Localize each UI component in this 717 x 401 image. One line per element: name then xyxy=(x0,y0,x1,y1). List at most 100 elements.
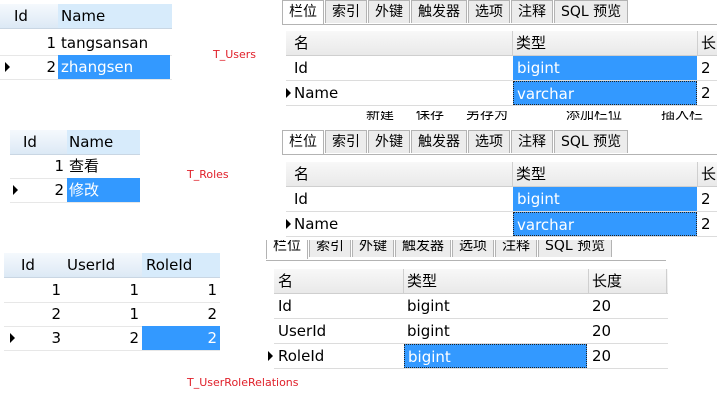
users-cell-id[interactable]: 2 xyxy=(14,55,56,79)
field-row[interactable]: Id bigint 2 xyxy=(286,56,717,81)
tab-sql-preview[interactable]: SQL 预览 xyxy=(554,130,629,153)
field-row[interactable]: RoleId bigint 20 xyxy=(268,344,668,369)
roles-cell-id[interactable]: 2 xyxy=(23,178,64,202)
field-name[interactable]: RoleId xyxy=(278,344,398,368)
field-type[interactable]: bigint xyxy=(407,294,577,318)
relations-cell-userid[interactable]: 1 xyxy=(64,278,139,302)
tab-foreign-keys[interactable]: 外键 xyxy=(368,0,410,23)
tab-options[interactable]: 选项 xyxy=(468,130,510,153)
relations-col-id[interactable]: Id xyxy=(21,253,61,277)
relations-cell-id[interactable]: 2 xyxy=(18,302,61,326)
tab-indexes[interactable]: 索引 xyxy=(309,240,351,257)
field-type[interactable]: bigint xyxy=(407,319,577,343)
designer-2-fields-grid: 名 类型 长 Id bigint 2 Name varchar 2 xyxy=(286,162,717,238)
tab-comments[interactable]: 注释 xyxy=(511,0,553,23)
tab-foreign-keys[interactable]: 外键 xyxy=(352,240,394,257)
tab-sql-preview[interactable]: SQL 预览 xyxy=(538,240,613,257)
tab-options[interactable]: 选项 xyxy=(452,240,494,257)
users-col-name[interactable]: Name xyxy=(61,4,169,28)
field-length[interactable]: 20 xyxy=(592,319,652,343)
tab-comments[interactable]: 注释 xyxy=(511,130,553,153)
tab-sql-preview[interactable]: SQL 预览 xyxy=(554,0,629,23)
relations-cell-userid[interactable]: 2 xyxy=(64,326,139,350)
tab-options[interactable]: 选项 xyxy=(468,0,510,23)
tab-triggers[interactable]: 触发器 xyxy=(411,130,467,153)
roles-col-name[interactable]: Name xyxy=(69,130,139,154)
users-cell-id[interactable]: 1 xyxy=(14,31,56,55)
relations-cell-roleid[interactable]: 2 xyxy=(144,302,217,326)
tab-fields[interactable]: 栏位 xyxy=(266,240,308,259)
toolbar-add-field-button[interactable]: 添加栏位 xyxy=(566,111,622,120)
row-indicator-icon xyxy=(286,88,291,98)
header-length: 长 xyxy=(701,34,717,52)
tab-foreign-keys[interactable]: 外键 xyxy=(368,130,410,153)
field-row[interactable]: Name varchar 2 xyxy=(286,212,717,237)
fields-header: 名 类型 长 xyxy=(286,162,717,187)
table-row[interactable]: 2 修改 xyxy=(10,178,140,203)
toolbar-saveas-button[interactable]: 另存为 xyxy=(466,111,508,120)
field-row[interactable]: Id bigint 2 xyxy=(286,187,717,212)
relations-cell-roleid[interactable]: 1 xyxy=(144,278,217,302)
toolbar-new-button[interactable]: 新建 xyxy=(366,111,394,120)
field-row[interactable]: Id bigint 20 xyxy=(274,294,668,319)
table-row[interactable]: 1 1 1 xyxy=(4,278,220,303)
roles-cell-name[interactable]: 查看 xyxy=(69,154,139,178)
relations-cell-id[interactable]: 3 xyxy=(18,326,61,350)
tab-comments[interactable]: 注释 xyxy=(495,240,537,257)
field-type[interactable]: varchar xyxy=(513,81,697,105)
field-name[interactable]: Id xyxy=(278,294,398,318)
designer-3-tabs-clip: 栏位 索引 外键 触发器 选项 注释 SQL 预览 xyxy=(266,240,676,262)
field-name[interactable]: Name xyxy=(294,212,494,236)
tab-fields[interactable]: 栏位 xyxy=(282,0,324,25)
row-indicator-icon xyxy=(268,351,273,361)
field-type[interactable]: varchar xyxy=(513,212,697,236)
table-row[interactable]: 2 1 2 xyxy=(4,302,220,327)
header-name: 名 xyxy=(278,272,294,290)
roles-table-label: T_Roles xyxy=(187,168,229,181)
field-type[interactable]: bigint xyxy=(513,187,697,211)
roles-cell-name[interactable]: 修改 xyxy=(67,178,140,202)
field-row[interactable]: Name varchar 2 xyxy=(286,81,717,106)
field-length[interactable]: 2 xyxy=(701,56,717,80)
field-length[interactable]: 2 xyxy=(701,81,717,105)
relations-cell-roleid[interactable]: 2 xyxy=(142,326,220,350)
table-row[interactable]: 2 zhangsen xyxy=(0,55,172,80)
tab-indexes[interactable]: 索引 xyxy=(325,130,367,153)
tab-triggers[interactable]: 触发器 xyxy=(395,240,451,257)
table-row[interactable]: 1 tangsansan xyxy=(0,31,172,56)
relations-cell-id[interactable]: 1 xyxy=(18,278,61,302)
roles-col-id[interactable]: Id xyxy=(23,130,63,154)
relations-table-label: T_UserRoleRelations xyxy=(187,376,299,389)
users-cell-name[interactable]: zhangsen xyxy=(58,55,170,79)
field-length[interactable]: 20 xyxy=(592,294,652,318)
relations-cell-userid[interactable]: 1 xyxy=(64,302,139,326)
tab-triggers[interactable]: 触发器 xyxy=(411,0,467,23)
users-cell-name[interactable]: tangsansan xyxy=(61,31,169,55)
field-name[interactable]: Id xyxy=(294,187,494,211)
field-type[interactable]: bigint xyxy=(404,344,587,368)
tab-indexes[interactable]: 索引 xyxy=(325,0,367,23)
field-name[interactable]: Name xyxy=(294,81,494,105)
field-length[interactable]: 20 xyxy=(592,344,652,368)
tab-fields[interactable]: 栏位 xyxy=(282,130,324,155)
relations-col-userid[interactable]: UserId xyxy=(67,253,137,277)
designer-3: 栏位 索引 外键 触发器 选项 注释 SQL 预览 名 类型 长度 Id big… xyxy=(266,240,676,370)
field-length[interactable]: 2 xyxy=(701,212,717,236)
toolbar-insert-field-button[interactable]: 插入栏 xyxy=(661,111,703,120)
relations-col-roleid[interactable]: RoleId xyxy=(146,253,218,277)
field-name[interactable]: Id xyxy=(294,56,494,80)
field-length[interactable]: 2 xyxy=(701,187,717,211)
field-row[interactable]: UserId bigint 20 xyxy=(274,319,668,344)
field-type[interactable]: bigint xyxy=(513,56,697,80)
toolbar-save-button[interactable]: 保存 xyxy=(416,111,444,120)
roles-cell-id[interactable]: 1 xyxy=(23,154,64,178)
row-indicator-icon xyxy=(10,333,15,343)
header-type: 类型 xyxy=(516,34,547,52)
relations-grid-header: Id UserId RoleId xyxy=(4,253,220,278)
table-row[interactable]: 1 查看 xyxy=(10,154,140,179)
header-name: 名 xyxy=(294,34,310,52)
users-col-id[interactable]: Id xyxy=(14,4,54,28)
table-row[interactable]: 3 2 2 xyxy=(4,326,220,351)
field-name[interactable]: UserId xyxy=(278,319,398,343)
header-type: 类型 xyxy=(407,272,438,290)
